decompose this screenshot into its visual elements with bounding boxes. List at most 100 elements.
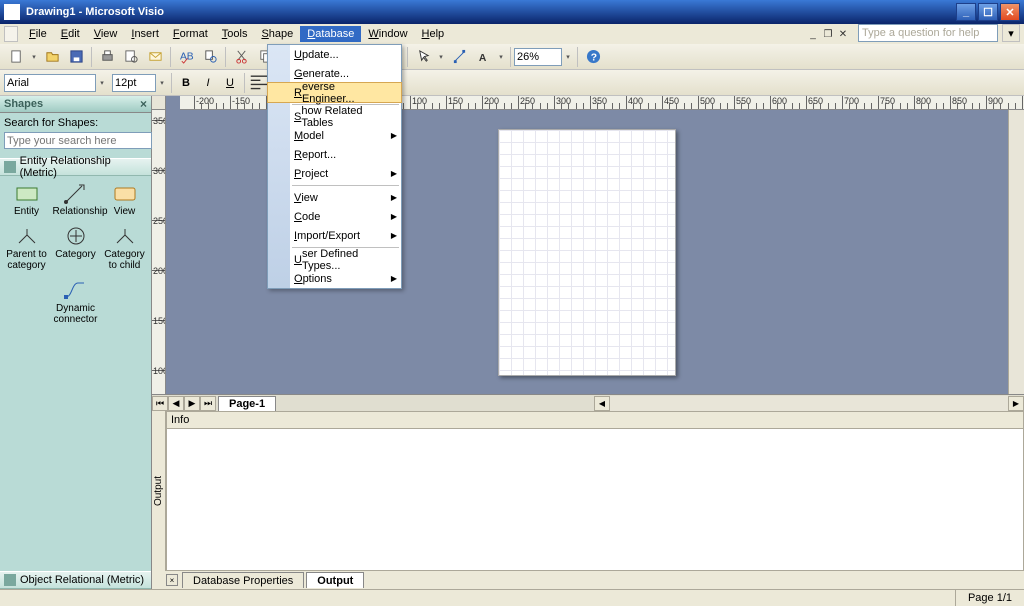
stencil-icon — [4, 161, 16, 173]
shapes-panel-title: Shapes — [4, 98, 43, 110]
window-title: Drawing1 - Microsoft Visio — [26, 6, 956, 18]
db-menu-model[interactable]: Model▶ — [268, 126, 401, 145]
connector-tool-button[interactable] — [448, 46, 470, 68]
shape-label: Category — [53, 249, 99, 260]
status-bar: Page 1/1 — [0, 589, 1024, 606]
db-menu-code[interactable]: Code▶ — [268, 207, 401, 226]
print-preview-button[interactable] — [120, 46, 142, 68]
scroll-left-button[interactable]: ◀ — [594, 396, 610, 411]
output-text-area[interactable] — [166, 429, 1024, 571]
db-menu-import-export[interactable]: Import/Export▶ — [268, 226, 401, 245]
shapes-panel-header: Shapes × — [0, 96, 151, 113]
stencil-object-relational[interactable]: Object Relational (Metric) — [0, 571, 151, 589]
zoom-input[interactable]: 26% — [514, 48, 562, 66]
bold-button[interactable]: B — [175, 72, 197, 94]
help-button[interactable]: ? — [582, 46, 604, 68]
help-search-input[interactable]: Type a question for help — [858, 24, 998, 42]
shape-label: Relationship — [53, 206, 99, 217]
horizontal-scrollbar[interactable] — [610, 396, 1008, 411]
tab-output[interactable]: Output — [306, 572, 364, 588]
db-menu-view[interactable]: View▶ — [268, 188, 401, 207]
menu-format[interactable]: Format — [166, 26, 215, 42]
font-dropdown[interactable]: ▾ — [96, 72, 108, 94]
menu-shape[interactable]: Shape — [254, 26, 300, 42]
open-button[interactable] — [41, 46, 63, 68]
db-menu-update-[interactable]: Update... — [268, 45, 401, 64]
mdi-restore[interactable]: ❐ — [821, 27, 835, 41]
db-menu-user-defined-types-[interactable]: User Defined Types... — [268, 250, 401, 269]
menu-database[interactable]: Database — [300, 26, 361, 42]
output-tab-close[interactable]: × — [166, 574, 178, 586]
output-info-label: Info — [166, 411, 1024, 429]
output-panel: Output Info — [152, 411, 1024, 571]
minimize-button[interactable]: _ — [956, 3, 976, 21]
db-menu-reverse-engineer-[interactable]: Reverse Engineer... — [268, 83, 401, 102]
mdi-minimize[interactable]: _ — [806, 27, 820, 41]
db-menu-report-[interactable]: Report... — [268, 145, 401, 164]
new-button[interactable] — [5, 46, 27, 68]
vertical-scrollbar[interactable] — [1008, 110, 1024, 394]
help-dropdown[interactable]: ▾ — [1002, 24, 1020, 42]
shapes-panel: Shapes × Search for Shapes: ▾ → Entity R… — [0, 96, 152, 589]
title-bar: Drawing1 - Microsoft Visio _ ☐ ✕ — [0, 0, 1024, 24]
shape-entity[interactable]: Entity — [4, 182, 50, 217]
stencil-icon — [4, 574, 16, 586]
menu-view[interactable]: View — [87, 26, 125, 42]
mdi-close[interactable]: ✕ — [836, 27, 850, 41]
menu-edit[interactable]: Edit — [54, 26, 87, 42]
stencil-label: Object Relational (Metric) — [20, 574, 144, 586]
print-button[interactable] — [96, 46, 118, 68]
sheet-tab-bar: ⏮ ◀ ▶ ⏭ Page-1 ◀ ▶ — [152, 394, 1024, 411]
vertical-ruler: 350300250200150100 — [152, 110, 166, 394]
cut-button[interactable] — [230, 46, 252, 68]
italic-button[interactable]: I — [197, 72, 219, 94]
prev-page-button[interactable]: ◀ — [168, 396, 184, 411]
text-tool-button[interactable]: A — [472, 46, 494, 68]
underline-button[interactable]: U — [219, 72, 241, 94]
first-page-button[interactable]: ⏮ — [152, 396, 168, 411]
stencil-body: EntityRelationshipView Parent to category… — [0, 176, 151, 571]
shape-dynamic-connector[interactable]: Dynamic connector — [53, 279, 99, 325]
db-menu-project[interactable]: Project▶ — [268, 164, 401, 183]
next-page-button[interactable]: ▶ — [184, 396, 200, 411]
page-tab[interactable]: Page-1 — [218, 396, 276, 411]
stencil-entity-relationship[interactable]: Entity Relationship (Metric) — [0, 158, 151, 176]
spelling-button[interactable]: ABC — [175, 46, 197, 68]
db-menu-options[interactable]: Options▶ — [268, 269, 401, 288]
shape-label: Entity — [4, 206, 50, 217]
menu-window[interactable]: Window — [361, 26, 414, 42]
shape-label: View — [102, 206, 148, 217]
status-page-indicator: Page 1/1 — [955, 590, 1024, 606]
menu-tools[interactable]: Tools — [215, 26, 255, 42]
shape-parent-to-category[interactable]: Parent to category — [4, 225, 50, 271]
pointer-dropdown[interactable]: ▾ — [435, 46, 447, 68]
zoom-dropdown[interactable]: ▾ — [562, 46, 574, 68]
toolbar-gripper[interactable] — [4, 26, 18, 42]
research-button[interactable] — [199, 46, 221, 68]
font-size-dropdown[interactable]: ▾ — [156, 72, 168, 94]
db-menu-show-related-tables[interactable]: Show Related Tables — [268, 107, 401, 126]
new-dropdown[interactable]: ▾ — [28, 46, 40, 68]
maximize-button[interactable]: ☐ — [978, 3, 998, 21]
font-selector[interactable]: Arial — [4, 74, 96, 92]
standard-toolbar: ▾ ABC ▾ ▾ ▾ A ▾ 26% ▾ ? — [0, 44, 1024, 70]
shape-view[interactable]: View — [102, 182, 148, 217]
tab-database-properties[interactable]: Database Properties — [182, 572, 304, 588]
pointer-tool-button[interactable] — [412, 46, 434, 68]
menu-file[interactable]: File — [22, 26, 54, 42]
menu-insert[interactable]: Insert — [124, 26, 166, 42]
scroll-right-button[interactable]: ▶ — [1008, 396, 1024, 411]
search-shapes-input[interactable] — [4, 132, 152, 149]
shape-relationship[interactable]: Relationship — [53, 182, 99, 217]
save-button[interactable] — [65, 46, 87, 68]
last-page-button[interactable]: ⏭ — [200, 396, 216, 411]
drawing-page[interactable] — [498, 129, 676, 376]
shapes-panel-close[interactable]: × — [140, 97, 147, 111]
font-size-selector[interactable]: 12pt — [112, 74, 156, 92]
menu-help[interactable]: Help — [415, 26, 452, 42]
shape-category[interactable]: Category — [53, 225, 99, 271]
email-button[interactable] — [144, 46, 166, 68]
shape-category-to-child[interactable]: Category to child — [102, 225, 148, 271]
text-tool-dropdown[interactable]: ▾ — [495, 46, 507, 68]
close-button[interactable]: ✕ — [1000, 3, 1020, 21]
